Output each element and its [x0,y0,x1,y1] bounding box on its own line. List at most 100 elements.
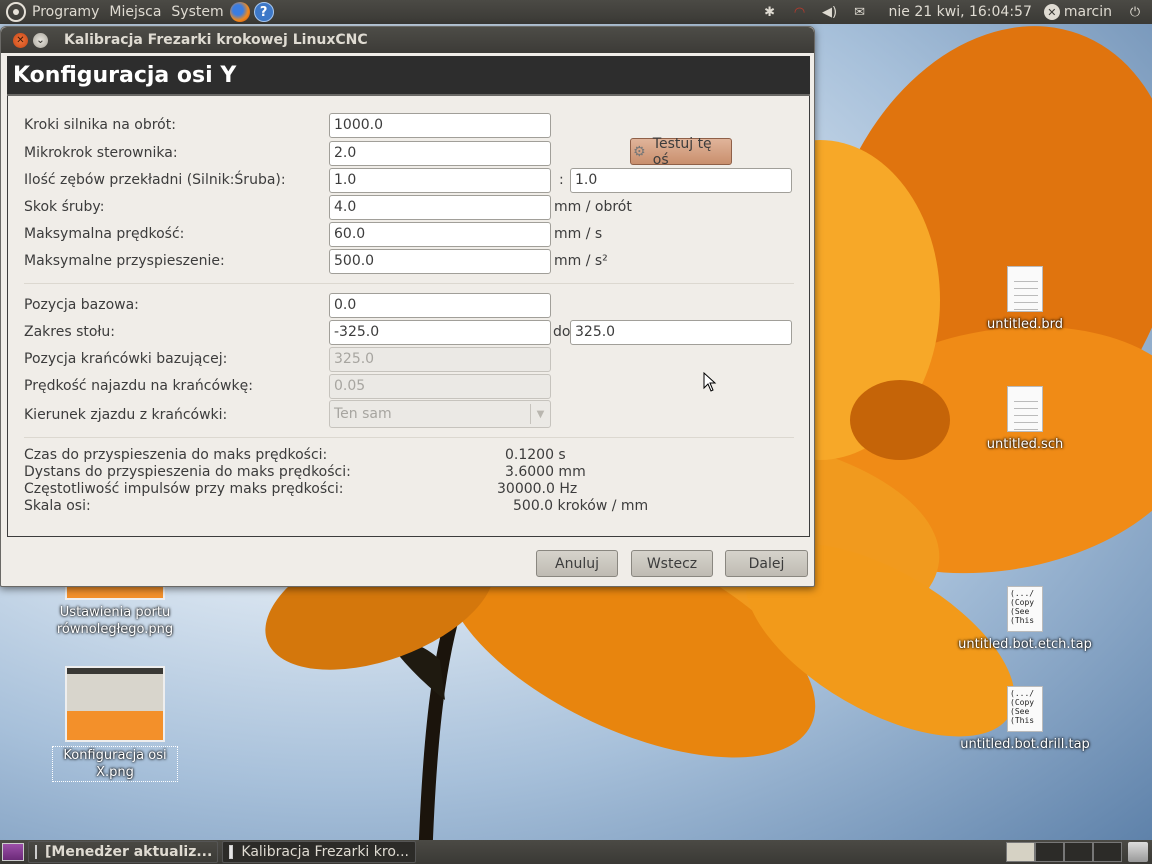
desktop-icon-label: untitled.bot.etch.tap [958,637,1092,652]
max-accel-unit: mm / s² [554,253,608,269]
help-icon[interactable]: ? [253,2,274,22]
info-value-axis-scale: 500.0 kroków / mm [513,498,649,514]
desktop-icon-etch-tap[interactable]: (.../ (Copy (See (This untitled.bot.etch… [950,586,1100,653]
back-button[interactable]: Wstecz [631,550,713,577]
home-position-label: Pozycja bazowa: [24,297,139,313]
desktop-icon-brd[interactable]: untitled.brd [975,266,1075,333]
info-label-accel-time: Czas do przyspieszenia do maks prędkości… [24,447,328,463]
page-title: Konfiguracja osi Y [7,56,810,96]
info-value-pulse-rate: 30000.0 Hz [497,481,578,497]
top-panel: Programy Miejsca System ? ✱ ◠ ◀) ✉ nie 2… [0,0,1152,24]
steps-label: Kroki silnika na obrót: [24,117,176,133]
desktop-icon-drill-tap[interactable]: (.../ (Copy (See (This untitled.bot.dril… [950,686,1100,753]
menu-applications[interactable]: Programy [32,4,99,20]
workspace-3[interactable] [1064,842,1093,862]
microstep-field[interactable]: 2.0 [329,141,551,166]
max-velocity-label: Maksymalna prędkość: [24,226,185,242]
menu-system[interactable]: System [171,4,223,20]
update-manager-icon [35,845,37,859]
text-file-icon: (.../ (Copy (See (This [1007,586,1043,632]
range-to-label: do [553,324,571,340]
mail-icon[interactable]: ✉ [851,4,869,20]
close-icon[interactable]: ✕ [13,32,28,48]
window-title: Kalibracja Frezarki krokowej LinuxCNC [64,32,368,48]
divider [24,437,794,438]
window-icon [229,845,234,859]
gear-label: Ilość zębów przekładni (Silnik:Śruba): [24,172,286,188]
clock[interactable]: nie 21 kwi, 16:04:57 [889,4,1032,20]
home-switch-field: 325.0 [329,347,551,372]
latch-direction-select: Ten sam ▼ [329,400,551,428]
home-switch-label: Pozycja krańcówki bazującej: [24,351,228,367]
menu-places[interactable]: Miejsca [109,4,161,20]
gear-icon: ⚙ [633,143,646,160]
pitch-field[interactable]: 4.0 [329,195,551,220]
calibration-dialog: ✕ ⌄ Kalibracja Frezarki krokowej LinuxCN… [0,26,815,587]
bottom-panel: [Menedżer aktualiz... Kalibracja Frezark… [0,840,1152,864]
workspace-1[interactable] [1006,842,1035,862]
network-icon[interactable]: ✱ [761,4,779,20]
workspace-switcher[interactable] [1006,842,1122,862]
info-value-accel-time: 0.1200 s [505,447,566,463]
search-velocity-label: Prędkość najazdu na krańcówkę: [24,378,253,394]
max-velocity-unit: mm / s [554,226,603,242]
mouse-pointer-icon [703,372,717,392]
document-icon [1007,386,1043,432]
home-position-field[interactable]: 0.0 [329,293,551,318]
document-icon [1007,266,1043,312]
minimize-icon[interactable]: ⌄ [33,32,48,48]
power-icon[interactable]: ⏻ [1126,4,1144,20]
test-axis-button[interactable]: ⚙ Testuj tę oś [630,135,732,168]
pitch-unit: mm / obrót [554,199,632,215]
trash-icon[interactable] [1128,842,1148,862]
next-button[interactable]: Dalej [725,550,808,577]
ubuntu-logo-icon[interactable] [6,2,26,22]
pitch-label: Skok śruby: [24,199,105,215]
max-accel-label: Maksymalne przyspieszenie: [24,253,225,269]
latch-direction-value: Ten sam [334,406,392,422]
microstep-label: Mikrokrok sterownika: [24,145,178,161]
latch-direction-label: Kierunek zjazdu z krańcówki: [24,407,228,423]
desktop-icon-osx-png[interactable]: Konfiguracja osi X.png [50,666,180,782]
image-thumbnail [65,666,165,742]
user-status-icon[interactable]: ✕ [1043,4,1060,20]
window-titlebar[interactable]: ✕ ⌄ Kalibracja Frezarki krokowej LinuxCN… [1,27,814,53]
wifi-icon[interactable]: ◠ [791,4,809,20]
divider [24,283,794,284]
workspace-2[interactable] [1035,842,1064,862]
gear-screw-field[interactable]: 1.0 [570,168,792,193]
range-min-field[interactable]: -325.0 [329,320,551,345]
desktop-icon-label: untitled.brd [987,317,1063,332]
taskbar-item-update-manager[interactable]: [Menedżer aktualiz... [28,841,218,863]
info-label-accel-distance: Dystans do przyspieszenia do maks prędko… [24,464,351,480]
info-label-pulse-rate: Częstotliwość impulsów przy maks prędkoś… [24,481,344,497]
range-max-field[interactable]: 325.0 [570,320,792,345]
test-axis-label: Testuj tę oś [652,135,712,168]
volume-icon[interactable]: ◀) [821,4,839,20]
table-range-label: Zakres stołu: [24,324,115,340]
taskbar-item-label: Kalibracja Frezarki kro... [241,844,409,860]
cancel-button[interactable]: Anuluj [536,550,618,577]
max-velocity-field[interactable]: 60.0 [329,222,551,247]
workspace-4[interactable] [1093,842,1122,862]
desktop-icon-label: Ustawienia portu równoległego.png [56,605,174,637]
desktop-icon-sch[interactable]: untitled.sch [975,386,1075,453]
search-velocity-field: 0.05 [329,374,551,399]
gear-motor-field[interactable]: 1.0 [329,168,551,193]
desktop-icon-label: untitled.bot.drill.tap [960,737,1090,752]
gear-separator: : [559,172,564,188]
taskbar-item-label: [Menedżer aktualiz... [45,844,213,860]
max-accel-field[interactable]: 500.0 [329,249,551,274]
axis-config-form: Kroki silnika na obrót: 1000.0 ⚙ Testuj … [7,96,810,537]
user-menu[interactable]: marcin [1064,4,1112,20]
text-file-icon: (.../ (Copy (See (This [1007,686,1043,732]
desktop-icon-label: Konfiguracja osi X.png [52,746,178,782]
chevron-down-icon: ▼ [530,404,550,424]
steps-field[interactable]: 1000.0 [329,113,551,138]
show-desktop-icon[interactable] [2,843,24,861]
desktop-icon-label: untitled.sch [986,437,1064,452]
taskbar-item-calibration[interactable]: Kalibracja Frezarki kro... [222,841,416,863]
info-value-accel-distance: 3.6000 mm [505,464,586,480]
firefox-icon[interactable] [229,2,250,22]
info-label-axis-scale: Skala osi: [24,498,91,514]
